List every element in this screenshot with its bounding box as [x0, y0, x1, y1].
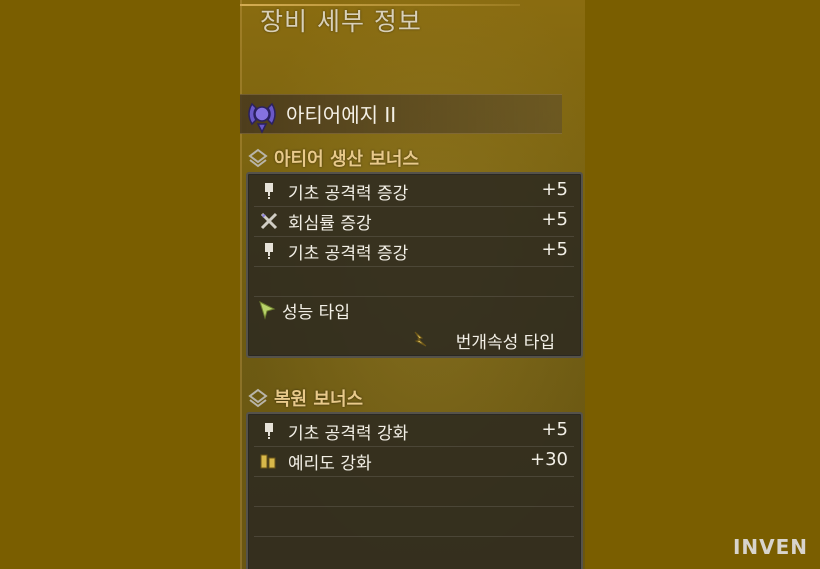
- performance-arrow-icon: [259, 301, 276, 320]
- empty-row: [254, 506, 574, 537]
- diamond-stack-icon: [248, 388, 268, 408]
- watermark: INVEN: [732, 535, 808, 559]
- production-bonus-title: 아티어 생산 보너스: [274, 149, 420, 170]
- list-item: 기초 공격력 증강 +5: [254, 176, 574, 207]
- performance-type-label: 성능 타입: [282, 303, 350, 323]
- attack-icon: [265, 183, 273, 199]
- attack-icon: [265, 423, 273, 439]
- panel-title: 장비 세부 정보: [260, 7, 422, 36]
- list-item: 회심률 증강 +5: [254, 206, 574, 237]
- equipment-detail-panel: 장비 세부 정보 아티어에지 II 아티어 생산 보너스 기초 공격력 증강 +…: [240, 0, 585, 569]
- restore-bonus-header: 복원 보너스: [248, 386, 363, 410]
- element-type-label: 번개속성 타입: [455, 333, 555, 353]
- empty-row: [254, 476, 574, 507]
- crossed-swords-icon: [260, 212, 278, 230]
- empty-row: [254, 266, 574, 297]
- equipment-name: 아티어에지 II: [286, 103, 397, 127]
- list-item: 기초 공격력 강화 +5: [254, 416, 574, 447]
- sharpness-icon: [260, 454, 276, 469]
- list-item: 기초 공격력 증강 +5: [254, 236, 574, 267]
- restore-bonus-title: 복원 보너스: [274, 389, 364, 410]
- production-bonus-header: 아티어 생산 보너스: [248, 146, 419, 170]
- restore-bonus-box: 기초 공격력 강화 +5 예리도 강화 +30: [246, 412, 583, 569]
- panel-frame-left: [240, 0, 242, 569]
- list-item: 예리도 강화 +30: [254, 446, 574, 477]
- weapon-emblem-icon: [248, 102, 276, 134]
- background-right: [585, 0, 820, 569]
- attack-icon: [265, 243, 273, 259]
- production-bonus-box: 기초 공격력 증강 +5 회심률 증강 +5 기초 공격력 증강 +5 성능 타…: [246, 172, 583, 358]
- background-left: [0, 0, 240, 569]
- thunder-icon: [414, 331, 427, 347]
- diamond-stack-icon: [248, 148, 268, 168]
